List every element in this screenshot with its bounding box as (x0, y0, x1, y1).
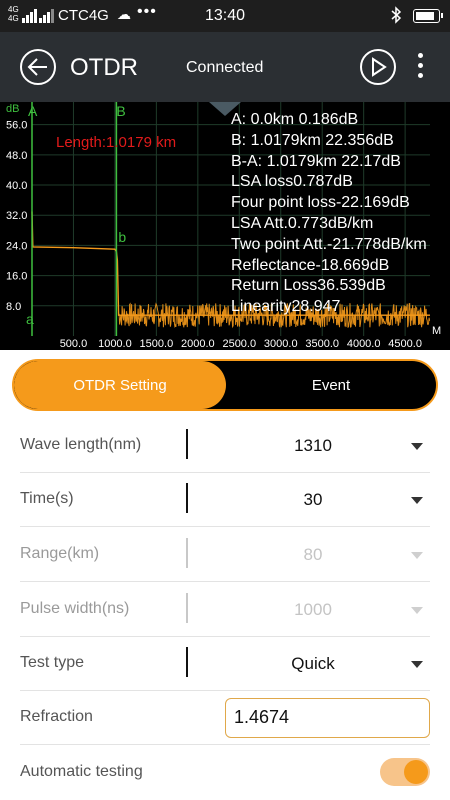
setting-row-pulse-width: Pulse width(ns) 1000 (20, 583, 430, 637)
x-tick-label: 2500.0 (222, 338, 256, 350)
marker-sublabel-a: a (26, 311, 34, 327)
battery-icon (413, 9, 443, 23)
play-icon[interactable] (360, 49, 396, 85)
info-b-minus-a: B-A: 1.0179km 22.17dB (231, 152, 401, 170)
y-tick-label: 32.0 (6, 210, 27, 222)
chevron-down-icon (411, 552, 423, 559)
chevron-down-icon (411, 607, 423, 614)
automatic-testing-label: Automatic testing (20, 763, 143, 780)
divider (186, 538, 188, 568)
info-marker-b: B: 1.0179km 22.356dB (231, 131, 394, 149)
page-title: OTDR (70, 54, 138, 81)
app-header: OTDR Connected (0, 32, 450, 102)
wavelength-label: Wave length(nm) (20, 436, 142, 453)
time-label: Time(s) (20, 490, 74, 507)
bluetooth-icon (390, 6, 402, 27)
marker-label-a: A (28, 103, 38, 119)
tab-bar: OTDR Setting Event (12, 359, 438, 411)
y-tick-label: 40.0 (6, 180, 27, 192)
x-tick-label: 1500.0 (140, 338, 174, 350)
setting-row-refraction: Refraction 1.4674 (20, 691, 430, 745)
info-lsa-att: LSA Att.0.773dB/km (231, 214, 374, 232)
refraction-input[interactable]: 1.4674 (225, 698, 430, 738)
info-four-point-loss: Four point loss-22.169dB (231, 194, 410, 212)
range-label: Range(km) (20, 545, 100, 562)
y-tick-label: 48.0 (6, 150, 27, 162)
toggle-knob (404, 760, 428, 784)
marker-label-b: B (116, 103, 125, 119)
time-select[interactable]: 30 (250, 490, 376, 510)
test-type-label: Test type (20, 654, 85, 671)
info-return-loss: Return Loss36.539dB (231, 277, 386, 295)
x-tick-label: 500.0 (60, 338, 88, 350)
setting-row-wavelength: Wave length(nm) 1310 (20, 419, 430, 473)
x-tick-label: 2000.0 (181, 338, 215, 350)
y-tick-label: 16.0 (6, 271, 27, 283)
y-tick-label: 8.0 (6, 301, 21, 313)
x-tick-label: 3500.0 (305, 338, 339, 350)
status-time: 13:40 (204, 7, 246, 24)
test-type-select[interactable]: Quick (250, 654, 376, 674)
info-two-point-att: Two point Att.-21.778dB/km (231, 235, 427, 253)
chevron-down-icon[interactable] (411, 497, 423, 504)
y-tick-label: 56.0 (6, 120, 27, 132)
info-lsa-loss: LSA loss0.787dB (231, 173, 353, 191)
x-tick-label: 1000.0 (98, 338, 132, 350)
y-tick-label: 24.0 (6, 240, 27, 252)
pulse-width-label: Pulse width(ns) (20, 600, 130, 617)
otdr-trace-chart[interactable]: 8.0 16.0 24.0 32.0 40.0 48.0 56.0 500.0 1000.0 15… (0, 102, 450, 350)
battery-level (416, 12, 434, 20)
trace-info-panel: A: 0.0km 0.186dB B: 1.0179km 22.356dB B-… (231, 110, 427, 318)
x-axis-label: M (432, 325, 441, 337)
chevron-down-icon[interactable] (411, 443, 423, 450)
tab-otdr-setting[interactable]: OTDR Setting (14, 361, 226, 409)
divider (186, 483, 188, 513)
automatic-testing-toggle[interactable] (380, 758, 430, 786)
x-tick-label: 3000.0 (264, 338, 298, 350)
divider (186, 429, 188, 459)
info-reflectance: Reflectance-18.669dB (231, 256, 390, 274)
refraction-label: Refraction (20, 708, 93, 725)
divider (186, 647, 188, 677)
pulse-width-select: 1000 (294, 600, 332, 619)
info-marker-a: A: 0.0km 0.186dB (231, 111, 359, 128)
wavelength-select[interactable]: 1310 (250, 436, 376, 456)
range-select: 80 (303, 545, 323, 564)
tab-event[interactable]: Event (226, 361, 436, 409)
marker-sublabel-b: b (118, 229, 126, 245)
setting-row-range: Range(km) 80 (20, 528, 430, 582)
setting-row-test-type: Test type Quick (20, 637, 430, 691)
status-bar: 4G 4G CTC4G ☁ ••• 13:40 (0, 0, 450, 32)
more-vert-icon[interactable] (414, 53, 426, 83)
length-label: Length:1.0179 km (56, 134, 176, 151)
connection-status: Connected (186, 59, 264, 76)
chevron-down-icon[interactable] (411, 661, 423, 668)
back-arrow-icon[interactable] (20, 49, 56, 85)
setting-row-automatic-testing: Automatic testing (20, 746, 430, 800)
x-tick-label: 4000.0 (347, 338, 381, 350)
setting-row-time: Time(s) 30 (20, 473, 430, 527)
x-tick-label: 4500.0 (388, 338, 422, 350)
info-linearity: Linearity28.947 (231, 298, 341, 316)
divider (186, 593, 188, 623)
y-axis-label: dB (6, 103, 19, 115)
